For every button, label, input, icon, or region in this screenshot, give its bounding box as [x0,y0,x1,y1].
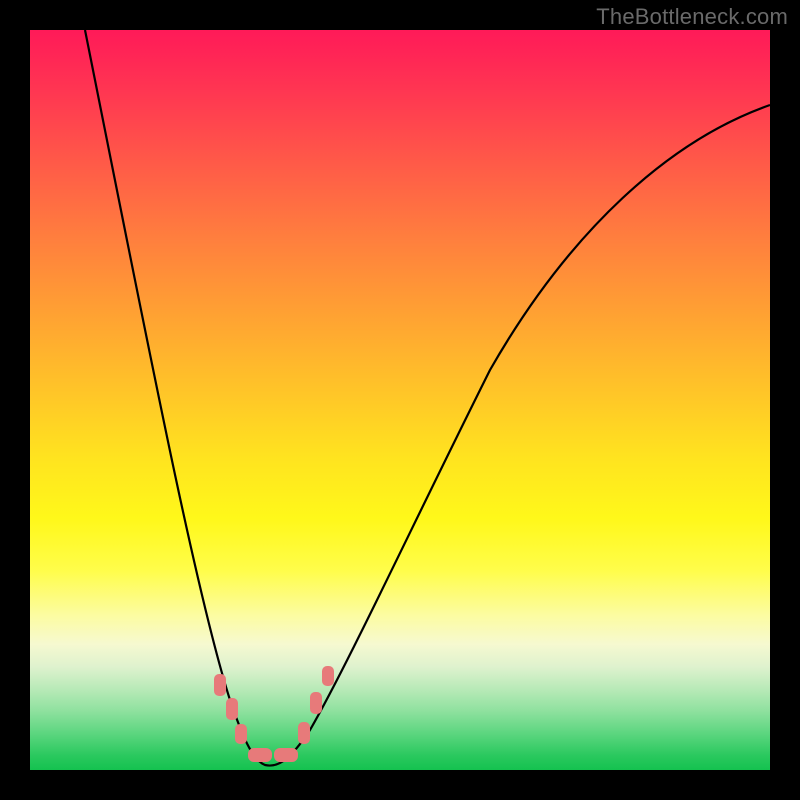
plot-area [30,30,770,770]
bottleneck-curve [85,30,770,766]
data-marker [310,692,322,714]
markers-group [214,666,334,762]
data-marker [322,666,334,686]
chart-svg [30,30,770,770]
data-marker [214,674,226,696]
data-marker [274,748,298,762]
chart-frame: TheBottleneck.com [0,0,800,800]
data-marker [235,724,247,744]
data-marker [226,698,238,720]
data-marker [298,722,310,744]
watermark-text: TheBottleneck.com [596,4,788,30]
data-marker [248,748,272,762]
